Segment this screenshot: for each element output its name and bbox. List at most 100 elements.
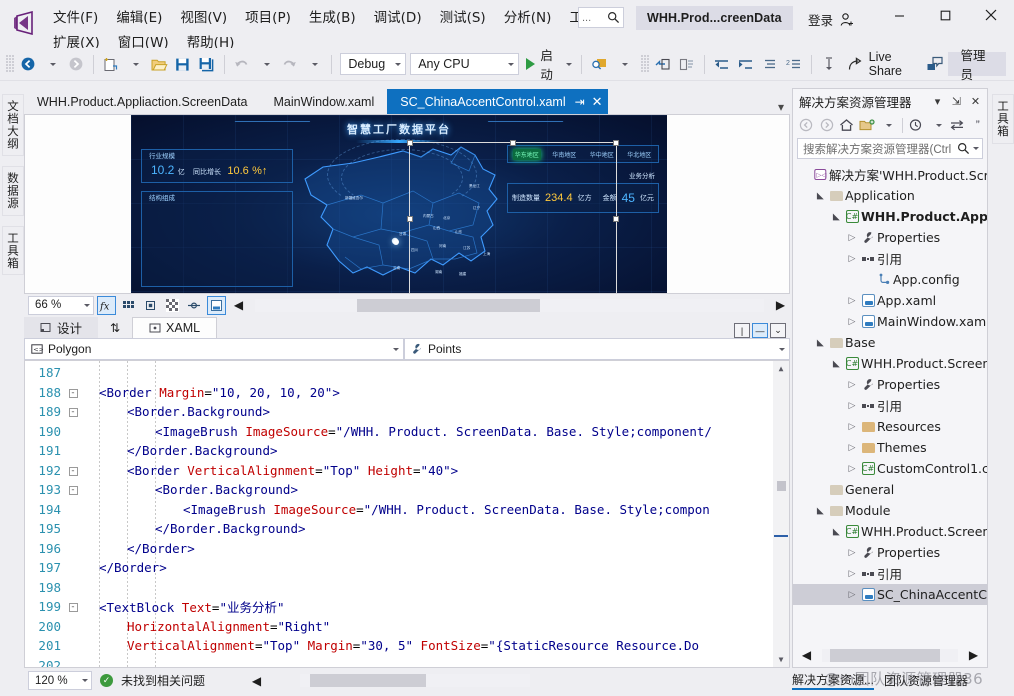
selection-adorner[interactable] bbox=[407, 140, 619, 293]
feedback-button[interactable] bbox=[923, 52, 947, 76]
close-icon[interactable]: ✕ bbox=[592, 94, 603, 110]
back-button[interactable] bbox=[797, 115, 815, 135]
resize-handle-n[interactable] bbox=[510, 140, 516, 146]
tree-scroll-left-icon[interactable]: ◀ bbox=[797, 646, 816, 665]
expander-collapsed-icon[interactable]: ▷ bbox=[845, 464, 859, 474]
increase-indent-button[interactable] bbox=[734, 52, 758, 76]
tree-item-base[interactable]: ◢ Base bbox=[793, 332, 987, 353]
expander-expanded-icon[interactable]: ◢ bbox=[815, 336, 825, 350]
solution-configuration-combo[interactable]: Debug bbox=[340, 53, 407, 75]
quick-launch-input[interactable]: ... bbox=[578, 7, 624, 28]
close-button[interactable] bbox=[968, 0, 1014, 30]
menu-debug[interactable]: 调试(D) bbox=[365, 5, 431, 27]
code-line[interactable]: 189- <Border.Background> bbox=[25, 402, 773, 422]
save-all-button[interactable] bbox=[195, 52, 219, 76]
code-line[interactable]: 191 </Border.Background> bbox=[25, 441, 773, 461]
minimize-button[interactable] bbox=[876, 0, 922, 30]
status-scroll-left-icon[interactable]: ◀ bbox=[247, 671, 266, 690]
properties-overflow-button[interactable]: ” bbox=[969, 115, 987, 135]
solution-platform-combo[interactable]: Any CPU bbox=[410, 53, 520, 75]
tree-item-themes[interactable]: ▷ Themes bbox=[793, 437, 987, 458]
scroll-right-arrow-icon[interactable]: ▶ bbox=[771, 296, 790, 315]
expander-collapsed-icon[interactable]: ▷ bbox=[845, 380, 859, 390]
resize-handle-ne[interactable] bbox=[613, 140, 619, 146]
tree-item-general[interactable]: General bbox=[793, 479, 987, 500]
editor-zoom-combo[interactable]: 120 % bbox=[28, 671, 92, 690]
snap-to-grid-button[interactable] bbox=[119, 296, 138, 315]
xaml-preview-toggle-button[interactable] bbox=[207, 295, 226, 315]
code-line[interactable]: 195 </Border.Background> bbox=[25, 519, 773, 539]
show-all-files-dropdown[interactable] bbox=[878, 115, 896, 135]
pending-changes-dropdown[interactable] bbox=[928, 115, 946, 135]
xaml-designer-surface[interactable]: 智慧工厂数据平台 行业规模 10.2 亿 同比增长 10.6 %↑ 结构组成 新… bbox=[24, 114, 790, 294]
code-line[interactable]: 198 bbox=[25, 578, 773, 598]
search-dropdown[interactable] bbox=[611, 52, 635, 76]
tree-item-whh-product-scree[interactable]: ▷◁ 解决方案'WHH.Product.Scree bbox=[793, 164, 987, 185]
new-project-button[interactable] bbox=[99, 52, 123, 76]
code-line[interactable]: 200 HorizontalAlignment="Right" bbox=[25, 617, 773, 637]
sync-with-active-document-button[interactable] bbox=[948, 115, 966, 135]
collapse-pane-button[interactable]: ⌄ bbox=[770, 323, 786, 338]
start-debug-button[interactable]: 启动 bbox=[519, 49, 576, 82]
horizontal-split-button[interactable]: — bbox=[752, 323, 768, 338]
code-line[interactable]: 187 bbox=[25, 363, 773, 383]
toggle-bookmark-button[interactable] bbox=[817, 52, 841, 76]
pin-icon[interactable]: ⇥ bbox=[575, 95, 585, 109]
expander-expanded-icon[interactable]: ◢ bbox=[831, 357, 841, 371]
doc-tab-mainwindow[interactable]: MainWindow.xaml bbox=[260, 89, 388, 114]
code-line[interactable]: 188- <Border Margin="10, 20, 10, 20"> bbox=[25, 383, 773, 403]
scrollbar-thumb[interactable] bbox=[777, 481, 786, 491]
expander-collapsed-icon[interactable]: ▷ bbox=[845, 590, 859, 600]
comment-block-button[interactable] bbox=[758, 52, 782, 76]
save-button[interactable] bbox=[171, 52, 195, 76]
resize-handle-e[interactable] bbox=[613, 215, 619, 222]
expander-collapsed-icon[interactable]: ▷ bbox=[845, 233, 859, 243]
navigate-backward-dropdown[interactable] bbox=[40, 52, 64, 76]
toolbar-grip-2[interactable] bbox=[641, 55, 649, 73]
expander-collapsed-icon[interactable]: ▷ bbox=[845, 422, 859, 432]
expander-collapsed-icon[interactable]: ▷ bbox=[845, 317, 859, 327]
swap-panes-button[interactable]: ⇅ bbox=[98, 317, 132, 338]
expander-collapsed-icon[interactable]: ▷ bbox=[845, 443, 859, 453]
tree-item-customcontrol1-cs[interactable]: ▷ C# CustomControl1.cs bbox=[793, 458, 987, 479]
tab-overflow-chevron-icon[interactable]: ▾ bbox=[778, 100, 790, 114]
tab-design[interactable]: 设计 bbox=[24, 317, 99, 338]
editor-horizontal-scrollbar[interactable] bbox=[300, 674, 531, 687]
tree-item-application[interactable]: ◢ Application bbox=[793, 185, 987, 206]
uncomment-block-button[interactable]: 2 bbox=[782, 52, 806, 76]
sidebar-tab-data-sources[interactable]: 数据源 bbox=[2, 166, 24, 216]
designer-horizontal-scrollbar[interactable] bbox=[255, 298, 764, 312]
show-transparency-button[interactable] bbox=[163, 296, 182, 315]
live-share-button[interactable]: Live Share bbox=[841, 50, 924, 78]
code-line[interactable]: 197 </Border> bbox=[25, 558, 773, 578]
show-handles-button[interactable] bbox=[185, 296, 204, 315]
tree-item-app-xaml[interactable]: ▷ App.xaml bbox=[793, 290, 987, 311]
toolbar-grip[interactable] bbox=[6, 55, 14, 73]
code-line[interactable]: 193- <Border.Background> bbox=[25, 480, 773, 500]
tree-item-properties[interactable]: ▷ Properties bbox=[793, 227, 987, 248]
menu-test[interactable]: 测试(S) bbox=[431, 5, 495, 27]
expander-collapsed-icon[interactable]: ▷ bbox=[845, 401, 859, 411]
tree-item-whh-product-appliac[interactable]: ◢ C#WHH.Product.Appliac bbox=[793, 206, 987, 227]
comment-selection-button[interactable] bbox=[651, 52, 675, 76]
code-line[interactable]: 194 <ImageBrush ImageSource="/WHH. Produc… bbox=[25, 500, 773, 520]
show-all-files-button[interactable] bbox=[858, 115, 876, 135]
expander-expanded-icon[interactable]: ◢ bbox=[831, 210, 841, 224]
menu-edit[interactable]: 编辑(E) bbox=[107, 5, 171, 27]
tree-item-whh-product-screend[interactable]: ◢ C# WHH.Product.ScreenD bbox=[793, 521, 987, 542]
resize-handle-nw[interactable] bbox=[407, 140, 413, 146]
expander-collapsed-icon[interactable]: ▷ bbox=[845, 296, 859, 306]
menu-build[interactable]: 生成(B) bbox=[300, 5, 365, 27]
menu-file[interactable]: 文件(F) bbox=[44, 5, 107, 27]
tree-item-[interactable]: ▷ 引用 bbox=[793, 248, 987, 269]
code-line[interactable]: 192- <Border VerticalAlignment="Top" Heig… bbox=[25, 461, 773, 481]
sign-in-button[interactable]: 登录 bbox=[808, 10, 855, 29]
close-icon[interactable]: ✕ bbox=[968, 93, 983, 109]
sidebar-tab-document-outline[interactable]: 文档大纲 bbox=[2, 94, 24, 156]
pin-icon[interactable]: ⇲ bbox=[949, 93, 964, 109]
home-button[interactable] bbox=[838, 115, 856, 135]
undo-dropdown[interactable] bbox=[254, 52, 278, 76]
uncomment-selection-button[interactable] bbox=[675, 52, 699, 76]
snap-to-snaplines-button[interactable] bbox=[141, 296, 160, 315]
fold-collapse-icon[interactable]: - bbox=[65, 387, 81, 398]
